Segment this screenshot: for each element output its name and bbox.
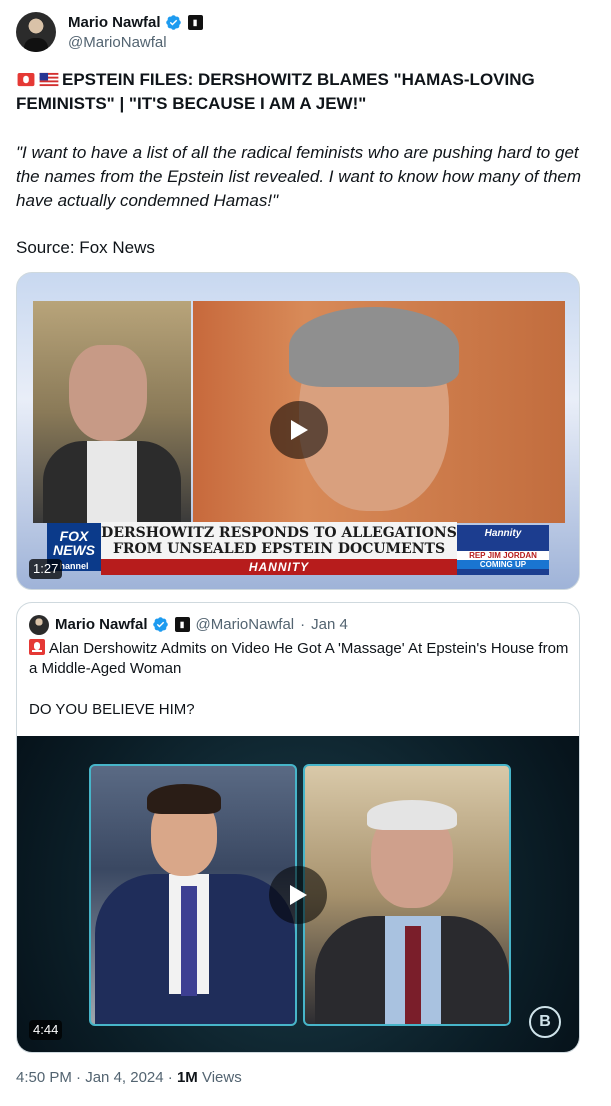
promo-status: COMING UP: [457, 560, 549, 569]
footer-separator: ·: [167, 1069, 173, 1086]
channel-logo-icon: B: [529, 1006, 561, 1038]
video1-left-frame: [33, 301, 191, 523]
video-player-1[interactable]: FOX NEWS hannel DERSHOWITZ RESPONDS TO A…: [16, 272, 580, 590]
video1-right-hair: [289, 307, 459, 387]
video-duration: 4:44: [29, 1020, 63, 1040]
author-name-row: Mario Nawfal ▮: [68, 14, 203, 31]
show-name-strip: HANNITY: [101, 559, 457, 575]
lower-third-banner: DERSHOWITZ RESPONDS TO ALLEGATIONS FROM …: [101, 522, 457, 562]
siren-icon: [29, 639, 45, 655]
video1-right-frame: [193, 301, 565, 523]
play-button[interactable]: [270, 401, 328, 459]
video-player-2[interactable]: 4:44 B: [17, 736, 579, 1052]
video2-right-tie: [405, 926, 421, 1024]
author-handle[interactable]: @MarioNawfal: [68, 34, 167, 51]
video2-right-panel: [303, 764, 511, 1026]
post-time[interactable]: 4:50 PM: [16, 1069, 72, 1086]
video-duration: 1:27: [29, 559, 63, 579]
tweet-headline-text: EPSTEIN FILES: DERSHOWITZ BLAMES "HAMAS-…: [16, 70, 535, 113]
quoted-avatar[interactable]: [29, 615, 49, 635]
play-icon: [291, 420, 308, 440]
video2-left-tie: [181, 886, 197, 996]
footer-separator: ·: [76, 1069, 82, 1086]
lower-third-text: DERSHOWITZ RESPONDS TO ALLEGATIONS FROM …: [101, 525, 457, 557]
verified-badge-icon: [152, 617, 168, 632]
quoted-header: Mario Nawfal ▮ @MarioNawfal · Jan 4: [55, 616, 348, 633]
banner-line-2: FROM UNSEALED EPSTEIN DOCUMENTS: [112, 541, 446, 557]
promo-show: Hannity: [484, 528, 522, 539]
video1-left-shirt: [87, 441, 137, 523]
tweet-source: Source: Fox News: [16, 238, 155, 257]
quoted-text-question: DO YOU BELIEVE HIM?: [29, 701, 195, 718]
tweet-quote: "I want to have a list of all the radica…: [16, 143, 582, 210]
promo-guest: REP JIM JORDAN: [457, 551, 549, 560]
quoted-display-name[interactable]: Mario Nawfal: [55, 616, 148, 633]
tweet-headline: EPSTEIN FILES: DERSHOWITZ BLAMES "HAMAS-…: [16, 68, 586, 116]
promo-box: Hannity REP JIM JORDAN COMING UP: [457, 525, 549, 575]
video2-left-panel: [89, 764, 297, 1026]
play-icon: [290, 885, 307, 905]
views-label: Views: [201, 1069, 242, 1086]
views-count[interactable]: 1M: [177, 1069, 198, 1086]
us-flag-icon: [39, 72, 59, 87]
author-display-name[interactable]: Mario Nawfal: [68, 14, 161, 31]
avatar[interactable]: [16, 12, 56, 52]
quoted-handle[interactable]: @MarioNawfal: [196, 616, 295, 633]
quoted-separator: ·: [300, 616, 306, 633]
siren-icon: [17, 72, 35, 87]
play-button[interactable]: [269, 866, 327, 924]
tweet-footer: 4:50 PM · Jan 4, 2024 · 1M Views: [16, 1069, 242, 1086]
quoted-date[interactable]: Jan 4: [311, 616, 348, 633]
affiliate-badge-icon: ▮: [174, 617, 190, 632]
video1-left-face: [69, 345, 147, 441]
quoted-tweet[interactable]: Mario Nawfal ▮ @MarioNawfal · Jan 4 Alan…: [16, 602, 580, 1053]
affiliate-badge-icon: ▮: [187, 15, 203, 30]
verified-badge-icon: [165, 15, 181, 30]
post-date[interactable]: Jan 4, 2024: [85, 1069, 163, 1086]
quoted-text: Alan Dershowitz Admits on Video He Got A…: [29, 639, 569, 679]
banner-line-1: DERSHOWITZ RESPONDS TO ALLEGATIONS: [101, 525, 457, 541]
tweet: Mario Nawfal ▮ @MarioNawfal EPSTEIN FILE…: [0, 0, 611, 1106]
quoted-text-body: Alan Dershowitz Admits on Video He Got A…: [29, 640, 569, 677]
video2-left-hair: [147, 784, 221, 814]
video2-right-hair: [367, 800, 457, 830]
network-logo-line3: hannel: [59, 561, 89, 571]
network-logo-line2: NEWS: [53, 542, 95, 558]
